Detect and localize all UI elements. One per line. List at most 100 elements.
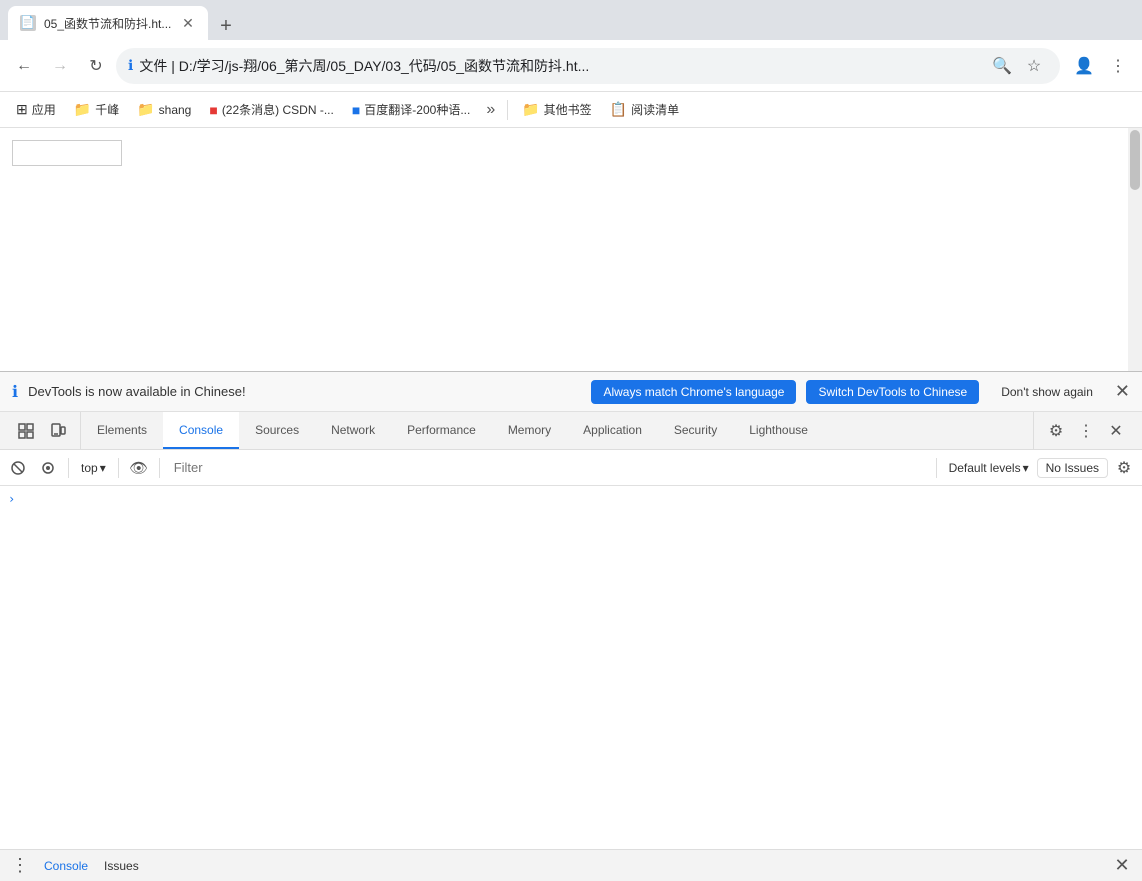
bookmarks-separator [507,100,508,120]
log-levels-label: Default levels [949,461,1021,475]
notification-info-icon: ℹ [12,382,18,402]
switch-to-chinese-button[interactable]: Switch DevTools to Chinese [806,380,979,404]
bookmark-reading-label: 阅读清单 [631,101,679,118]
page-search-input[interactable] [12,140,122,166]
bookmark-apps[interactable]: ⊞ 应用 [8,97,64,122]
context-selector[interactable]: top ▾ [75,459,112,477]
back-button[interactable]: ← [8,50,40,82]
inspect-element-button[interactable] [12,417,40,445]
bottom-tab-issues[interactable]: Issues [100,857,143,875]
address-actions: 🔍 ☆ [988,52,1048,80]
other-bookmarks-icon: 📁 [522,101,539,118]
devtools-notification-bar: ℹ DevTools is now available in Chinese! … [0,372,1142,412]
clear-console-button[interactable] [4,454,32,482]
new-tab-button[interactable]: + [212,12,240,40]
devtools-settings-button[interactable]: ⚙ [1042,417,1070,445]
baidu-icon: ■ [352,102,360,118]
url-text: 文件 | D:/学习/js-翔/06_第六周/05_DAY/03_代码/05_函… [139,56,982,76]
toolbar-separator-2 [118,458,119,478]
apps-icon: ⊞ [16,101,28,118]
toolbar-separator-4 [936,458,937,478]
tab-title: 05_函数节流和防抖.ht... [44,15,172,32]
issues-label: No Issues [1046,461,1099,475]
tab-memory[interactable]: Memory [492,412,567,449]
notification-close-button[interactable]: ✕ [1115,381,1130,402]
bookmark-shang-label: shang [159,103,192,117]
console-chevron-icon[interactable]: › [8,492,15,506]
devtools-tab-actions: ⚙ ⋮ ✕ [1033,412,1138,449]
issues-counter[interactable]: No Issues [1037,458,1108,478]
bookmark-apps-label: 应用 [32,101,56,118]
bookmark-csdn[interactable]: ■ (22条消息) CSDN -... [201,97,341,122]
reading-list-icon: 📋 [610,101,627,118]
devtools-close-button[interactable]: ✕ [1102,417,1130,445]
forward-button[interactable]: → [44,50,76,82]
bookmark-other-label: 其他书签 [544,101,592,118]
bottom-bar-more-button[interactable]: ⋮ [8,854,32,878]
tab-console[interactable]: Console [163,412,239,449]
page-scrollbar[interactable] [1128,128,1142,371]
tab-performance[interactable]: Performance [391,412,492,449]
scrollbar-thumb[interactable] [1130,130,1140,190]
folder-icon: 📁 [74,101,91,118]
console-settings-button[interactable]: ⚙ [1110,454,1138,482]
browser-frame: 📄 05_函数节流和防抖.ht... ✕ + ← → ↻ ℹ 文件 | D:/学… [0,0,1142,881]
log-levels-button[interactable]: Default levels ▾ [943,459,1035,477]
console-output: › [0,486,1142,849]
bookmark-shang[interactable]: 📁 shang [129,97,199,122]
toolbar-separator-1 [68,458,69,478]
dont-show-again-button[interactable]: Don't show again [989,380,1105,404]
console-toolbar: top ▾ 👁 Default levels ▾ No Issues ⚙ [0,450,1142,486]
context-label: top [81,461,98,475]
bookmark-baidu-label: 百度翻译-200种语... [364,101,470,118]
nav-extra-buttons: 👤 ⋮ [1068,50,1134,82]
tab-elements[interactable]: Elements [81,412,163,449]
filter-toggle-button[interactable] [34,454,62,482]
tab-application[interactable]: Application [567,412,658,449]
info-icon: ℹ [128,57,133,74]
page-content [0,128,1128,371]
page-area [0,128,1142,371]
tab-sources[interactable]: Sources [239,412,315,449]
bottom-bar-close-button[interactable]: ✕ [1110,854,1134,878]
bookmark-csdn-label: (22条消息) CSDN -... [222,101,334,118]
bookmark-reading-list[interactable]: 📋 阅读清单 [602,97,687,122]
tab-security[interactable]: Security [658,412,733,449]
tab-close-button[interactable]: ✕ [180,15,196,31]
context-dropdown-icon: ▾ [100,461,106,475]
bookmarks-bar: ⊞ 应用 📁 千峰 📁 shang ■ (22条消息) CSDN -... ■ … [0,92,1142,128]
bookmark-star-button[interactable]: ☆ [1020,52,1048,80]
tab-favicon: 📄 [20,15,36,31]
profile-button[interactable]: 👤 [1068,50,1100,82]
bookmark-other[interactable]: 📁 其他书签 [514,97,599,122]
devtools-panel: ℹ DevTools is now available in Chinese! … [0,371,1142,881]
levels-dropdown-icon: ▾ [1023,461,1029,475]
console-line: › [0,490,1142,508]
more-options-button[interactable]: ⋮ [1102,50,1134,82]
notification-text: DevTools is now available in Chinese! [28,384,581,399]
always-match-language-button[interactable]: Always match Chrome's language [591,380,796,404]
nav-bar: ← → ↻ ℹ 文件 | D:/学习/js-翔/06_第六周/05_DAY/03… [0,40,1142,92]
search-icon-btn[interactable]: 🔍 [988,52,1016,80]
bottom-tab-console[interactable]: Console [40,857,92,875]
bookmark-qianfeng[interactable]: 📁 千峰 [66,97,127,122]
bookmark-qianfeng-label: 千峰 [95,101,119,118]
devtools-tabs-list: Elements Console Sources Network Perform… [81,412,1033,449]
address-bar[interactable]: ℹ 文件 | D:/学习/js-翔/06_第六周/05_DAY/03_代码/05… [116,48,1060,84]
csdn-icon: ■ [209,102,217,118]
console-filter-input[interactable] [166,460,930,475]
tab-bar: 📄 05_函数节流和防抖.ht... ✕ + [0,0,1142,40]
devtools-more-button[interactable]: ⋮ [1072,417,1100,445]
tab-lighthouse[interactable]: Lighthouse [733,412,824,449]
toolbar-separator-3 [159,458,160,478]
eye-button[interactable]: 👁 [125,454,153,482]
devtools-tabs-bar: Elements Console Sources Network Perform… [0,412,1142,450]
tab-network[interactable]: Network [315,412,391,449]
bookmark-baidu[interactable]: ■ 百度翻译-200种语... [344,97,479,122]
device-toolbar-button[interactable] [44,417,72,445]
reload-button[interactable]: ↻ [80,50,112,82]
folder-icon-2: 📁 [137,101,154,118]
active-tab[interactable]: 📄 05_函数节流和防抖.ht... ✕ [8,6,208,40]
bookmarks-more-button[interactable]: » [480,97,501,123]
devtools-tab-icons [4,412,81,449]
